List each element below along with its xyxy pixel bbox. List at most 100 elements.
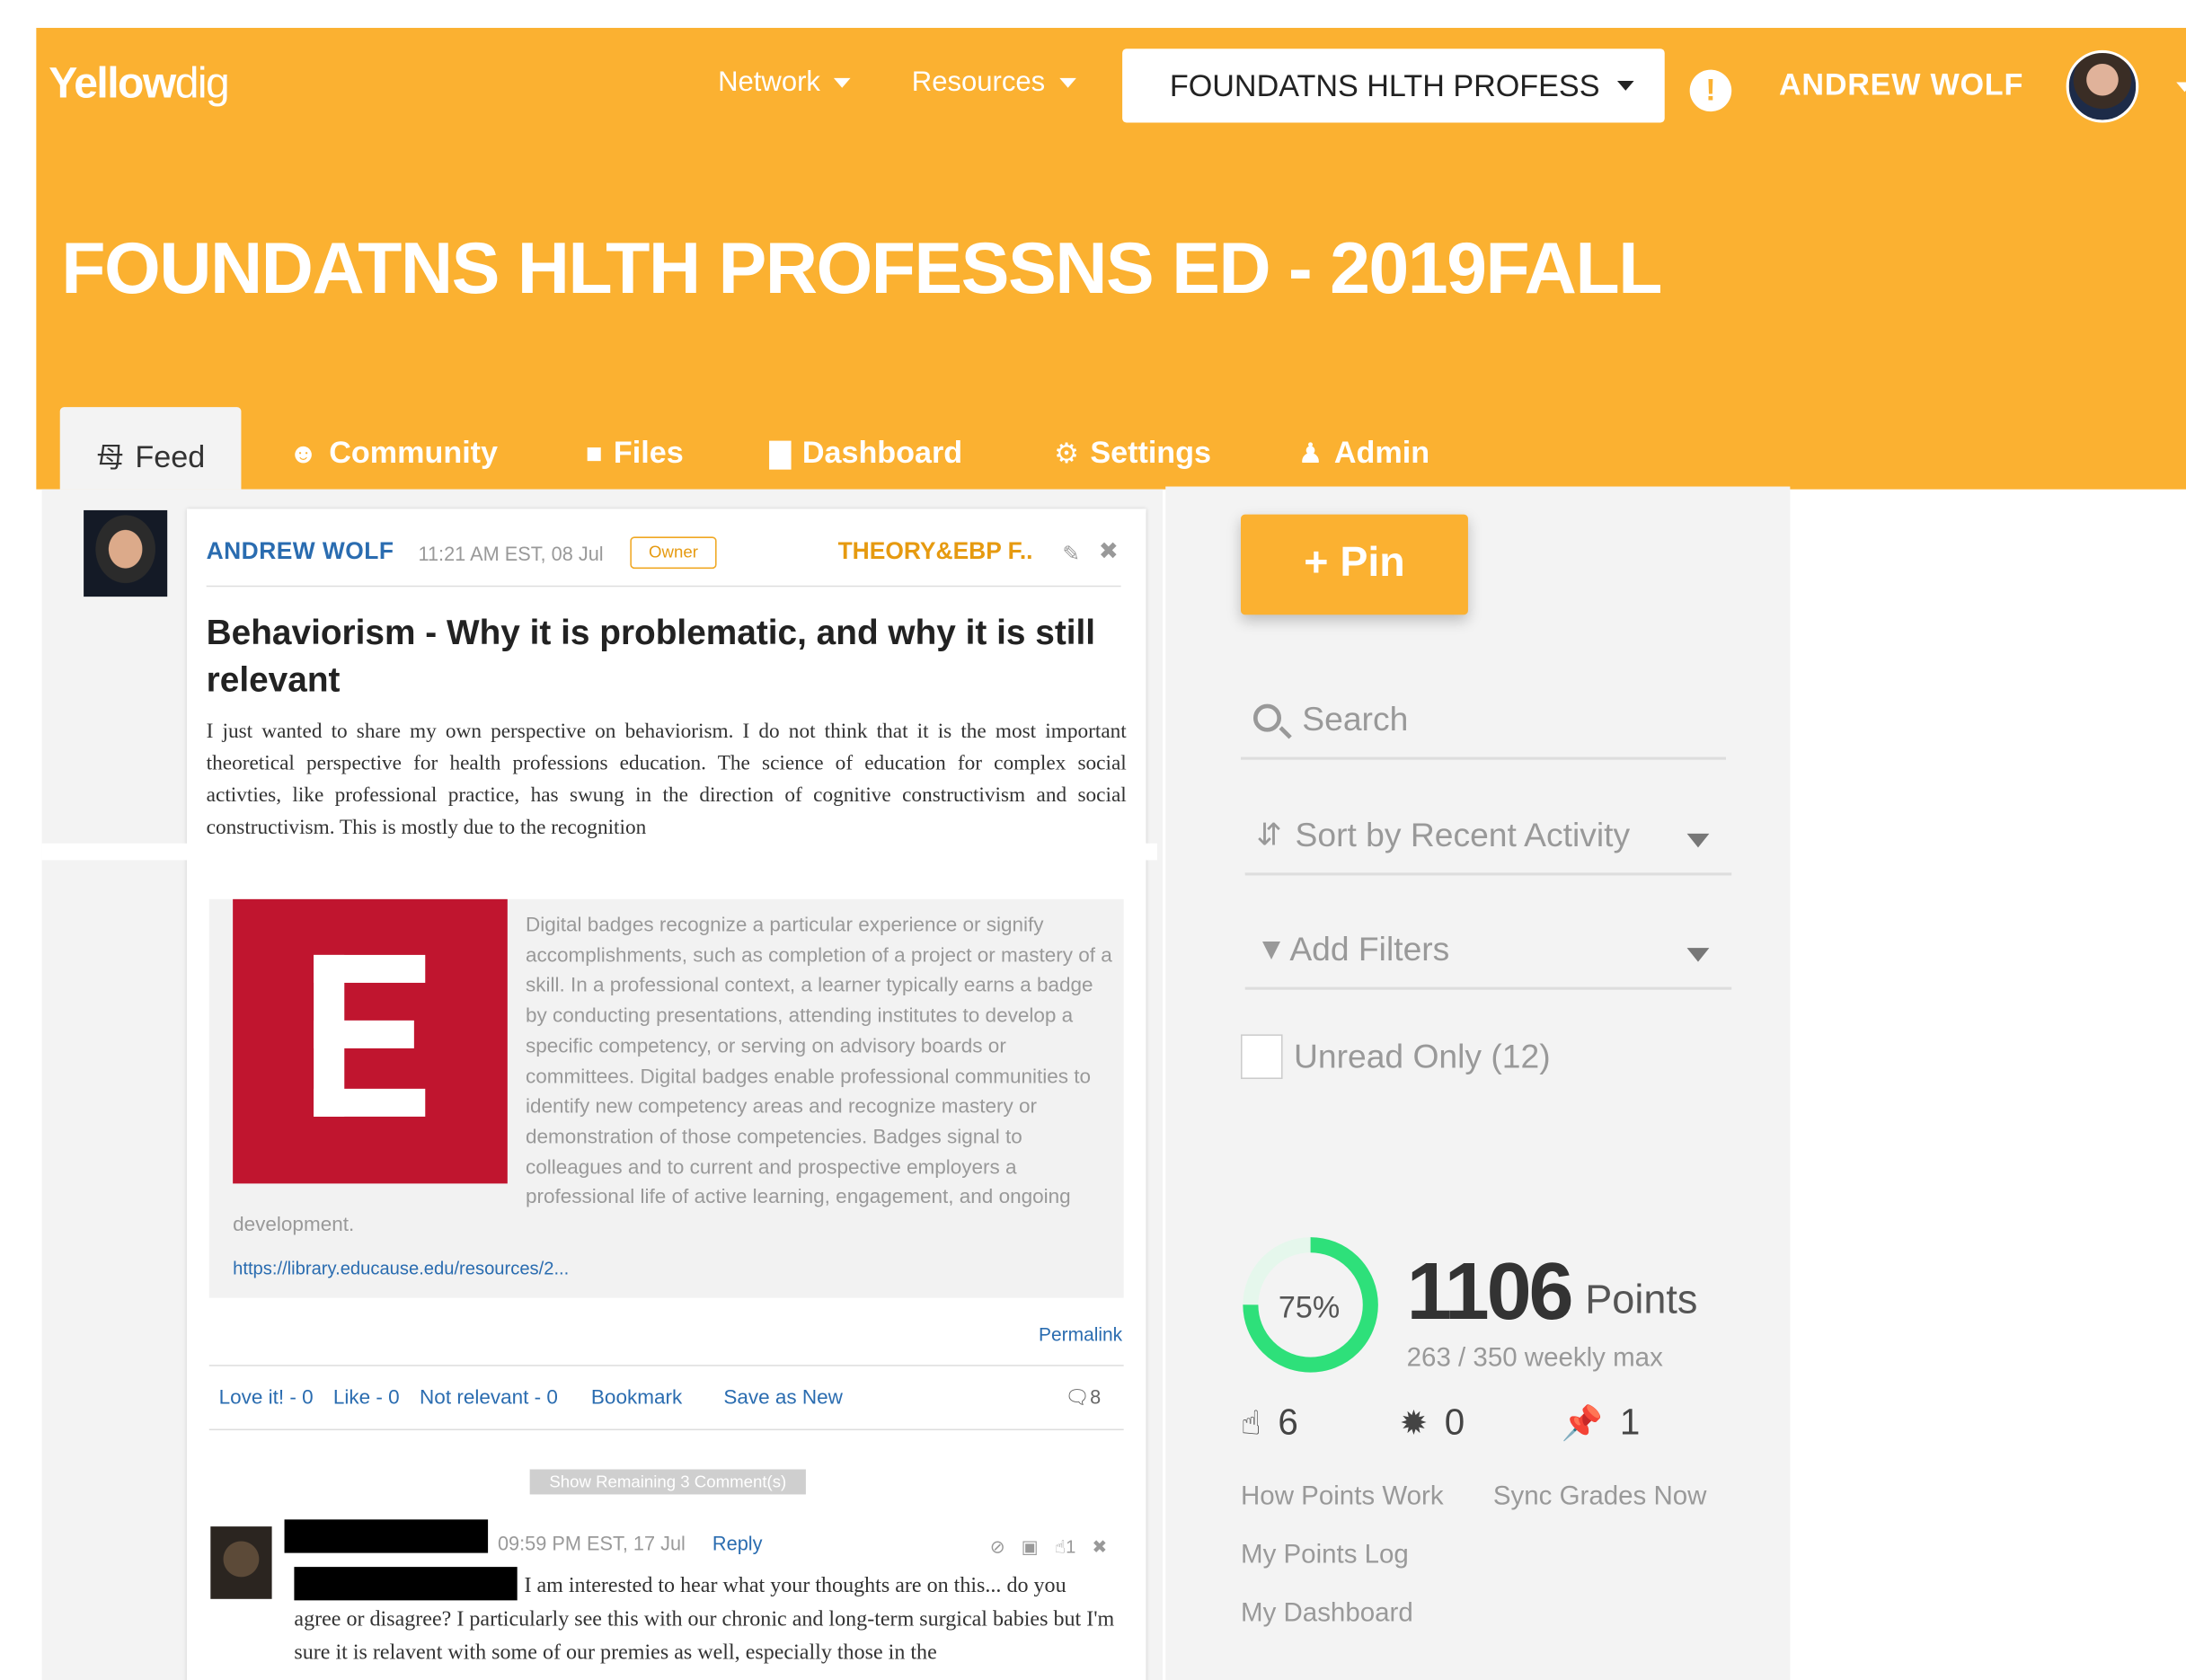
tab-admin[interactable]: ♟ Admin [1298, 407, 1429, 490]
search-icon [1252, 703, 1282, 732]
search-field[interactable] [1241, 690, 1727, 760]
link-preview-url[interactable]: https://library.educause.edu/resources/2… [233, 1258, 569, 1278]
my-dashboard-link[interactable]: My Dashboard [1241, 1599, 1413, 1630]
bar-chart-icon: ▇ [769, 438, 792, 470]
course-selector-value: FOUNDATNS HLTH PROFESS [1169, 68, 1600, 103]
hide-icon[interactable]: ⊘ [990, 1536, 1005, 1557]
course-selector[interactable]: FOUNDATNS HLTH PROFESS [1122, 49, 1665, 123]
likes-stat: ☝ 6 [1241, 1401, 1298, 1444]
like-button[interactable]: Like - 0 [333, 1387, 400, 1410]
post-title[interactable]: Behaviorism - Why it is problematic, and… [207, 609, 1113, 704]
tab-files-label: Files [613, 435, 684, 470]
post-author-avatar[interactable] [84, 509, 168, 597]
not-relevant-button[interactable]: Not relevant - 0 [420, 1387, 558, 1410]
my-points-log-link[interactable]: My Points Log [1241, 1541, 1409, 1571]
link-preview-description: Digital badges recognize a particular ex… [525, 914, 1112, 1209]
tab-community-label: Community [329, 435, 499, 470]
chevron-down-icon [1686, 948, 1710, 962]
tab-settings-label: Settings [1090, 435, 1212, 470]
pin-icon: 📌 [1561, 1405, 1604, 1444]
show-remaining-comments-button[interactable]: Show Remaining 3 Comment(s) [529, 1469, 806, 1495]
owner-badge: Owner [630, 536, 717, 570]
close-icon[interactable]: ✖ [1092, 1536, 1107, 1557]
filter-select-label: Add Filters [1289, 931, 1450, 969]
tab-admin-label: Admin [1333, 435, 1430, 470]
unread-checkbox[interactable] [1241, 1034, 1283, 1080]
nav-resources-label: Resources [911, 66, 1046, 98]
tab-dashboard[interactable]: ▇ Dashboard [770, 407, 963, 490]
comment-timestamp: 09:59 PM EST, 17 Jul [497, 1532, 686, 1555]
course-title: FOUNDATNS HLTH PROFESSNS ED - 2019FALL [61, 228, 1662, 310]
nav-network-menu[interactable]: Network [718, 66, 852, 99]
gear-icon: ⚙ [1054, 438, 1079, 470]
comment-like-count: 1 [1066, 1535, 1076, 1558]
chevron-down-icon [1058, 78, 1076, 89]
pencil-icon[interactable]: ✎ [1062, 541, 1080, 566]
link-preview-image[interactable] [233, 898, 508, 1184]
tab-community[interactable]: ☻ Community [288, 407, 498, 490]
chevron-down-icon [834, 78, 852, 89]
bookmark-button[interactable]: Bookmark [591, 1387, 682, 1410]
user-avatar[interactable] [2066, 49, 2139, 123]
rss-icon: ⺟ [95, 443, 124, 474]
points-total: 1106 [1406, 1246, 1574, 1338]
commenter-avatar[interactable] [210, 1526, 272, 1599]
search-input[interactable] [1302, 701, 1707, 740]
file-icon: ■ [585, 438, 603, 470]
comment-body: I am interested to hear what your though… [294, 1573, 1115, 1665]
e-letter-logo [314, 954, 426, 1117]
weekly-max: 263 / 350 weekly max [1406, 1343, 1663, 1374]
love-it-button[interactable]: Love it! - 0 [219, 1387, 314, 1410]
sync-grades-link[interactable]: Sync Grades Now [1493, 1481, 1707, 1512]
alert-icon[interactable]: ! [1689, 69, 1732, 112]
badge-icon[interactable]: ▣ [1022, 1536, 1039, 1557]
sort-select[interactable]: ⇵ Sort by Recent Activity [1244, 806, 1732, 876]
comment-count-value: 8 [1090, 1385, 1102, 1409]
filter-select[interactable]: ▼ Add Filters [1244, 920, 1732, 990]
divider [206, 585, 1121, 588]
users-icon: ☻ [288, 438, 318, 470]
thumbs-up-icon: ☝ [1241, 1405, 1261, 1444]
sort-select-label: Sort by Recent Activity [1295, 817, 1631, 855]
likes-count: 6 [1278, 1401, 1298, 1444]
permalink-link[interactable]: Permalink [1039, 1324, 1122, 1345]
user-name[interactable]: ANDREW WOLF [1779, 66, 2023, 102]
pins-stat: 📌 1 [1562, 1401, 1640, 1444]
comment-count[interactable]: 🗨8 [1065, 1385, 1101, 1409]
thumbs-up-icon[interactable]: ☝ [1055, 1536, 1066, 1557]
card-divider [41, 843, 1157, 861]
close-icon[interactable]: ✖ [1099, 538, 1119, 566]
redacted-commenter-name [284, 1519, 489, 1553]
yellowdig-logo[interactable]: Yellowdig [49, 58, 230, 109]
save-as-new-button[interactable]: Save as New [723, 1387, 843, 1410]
divider [208, 1428, 1124, 1431]
tab-dashboard-label: Dashboard [801, 435, 963, 470]
chevron-down-icon [1686, 833, 1710, 848]
sort-icon: ⇵ [1256, 817, 1282, 853]
comment-tools: ⊘ ▣ ☝1 ✖ [990, 1536, 1108, 1559]
post-timestamp: 11:21 AM EST, 08 Jul [418, 542, 604, 565]
user-icon: ♟ [1297, 438, 1323, 470]
unread-label: Unread Only (12) [1293, 1039, 1551, 1076]
nav-resources-menu[interactable]: Resources [911, 66, 1076, 99]
comment-bubble-icon: 🗨 [1065, 1385, 1091, 1409]
badges-stat: ✹ 0 [1400, 1401, 1465, 1444]
badge-icon: ✹ [1399, 1405, 1429, 1444]
tab-files[interactable]: ■ Files [586, 407, 684, 490]
post-author-name[interactable]: ANDREW WOLF [207, 538, 394, 566]
page-stage: Yellowdig Network Resources FOUNDATNS HL… [0, 0, 2186, 1680]
badges-count: 0 [1444, 1401, 1465, 1444]
progress-percent: 75% [1278, 1289, 1341, 1325]
top-header: Yellowdig Network Resources FOUNDATNS HL… [36, 28, 2186, 490]
nav-network-label: Network [718, 66, 820, 98]
tab-feed-label: Feed [135, 438, 206, 474]
pin-button[interactable]: + Pin [1241, 514, 1468, 615]
post-topic-tag[interactable]: THEORY&EBP F.. [838, 538, 1033, 566]
user-menu-chevron-icon[interactable] [2176, 82, 2186, 93]
tab-settings[interactable]: ⚙ Settings [1054, 407, 1211, 490]
comment-reply-link[interactable]: Reply [712, 1532, 763, 1554]
tab-feed[interactable]: ⺟ Feed [59, 407, 242, 490]
how-points-work-link[interactable]: How Points Work [1241, 1481, 1444, 1512]
filter-icon: ▼ [1256, 931, 1287, 967]
link-preview-description-end: development. [233, 1214, 355, 1237]
